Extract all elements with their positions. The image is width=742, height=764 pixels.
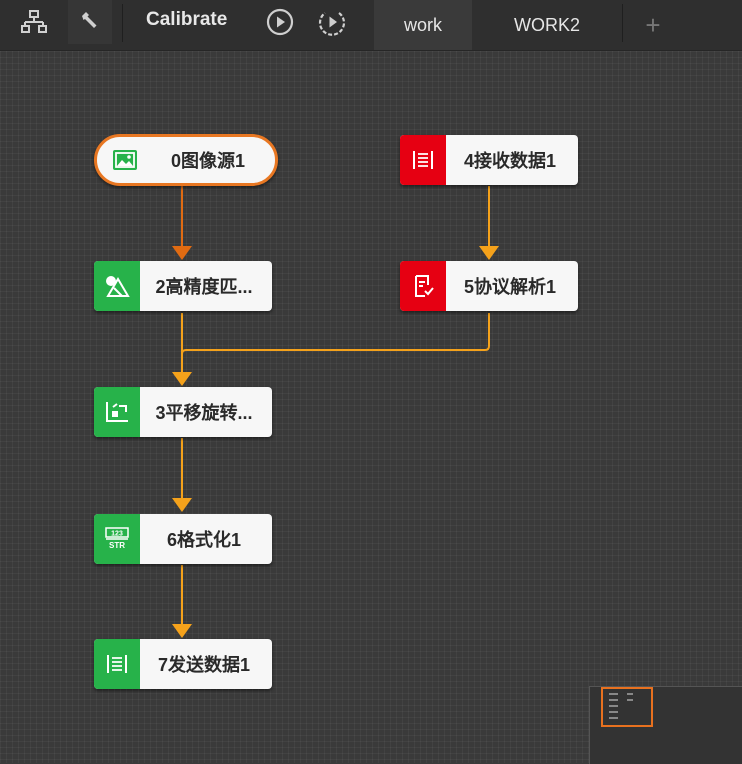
image-source-icon — [105, 140, 145, 180]
receive-data-icon — [400, 135, 446, 185]
node-label: 3平移旋转... — [155, 403, 253, 423]
node-label: 2高精度匹... — [155, 277, 253, 297]
minimap[interactable] — [589, 686, 742, 764]
node-receive-data[interactable]: 4接收数据1 — [400, 135, 578, 185]
minimap-viewport[interactable] — [601, 687, 653, 727]
node-label: 5协议解析1 — [463, 277, 557, 297]
arrowhead — [172, 372, 192, 386]
format-str-icon: 123 STR — [94, 514, 140, 564]
arrowhead — [172, 624, 192, 638]
shape-match-icon — [94, 261, 140, 311]
send-data-icon — [94, 639, 140, 689]
protocol-parse-icon — [400, 261, 446, 311]
node-label: 0图像源1 — [170, 151, 246, 171]
svg-text:123: 123 — [111, 531, 123, 538]
link-5-3 — [181, 313, 490, 378]
svg-text:STR: STR — [109, 541, 125, 550]
node-format[interactable]: 123 STR 6格式化1 — [94, 514, 272, 564]
arrowhead — [172, 246, 192, 260]
node-send-data[interactable]: 7发送数据1 — [94, 639, 272, 689]
arrowhead — [479, 246, 499, 260]
node-label: 6格式化1 — [166, 530, 242, 550]
node-label: 7发送数据1 — [157, 655, 251, 675]
node-shape-match[interactable]: 2高精度匹... — [94, 261, 272, 311]
node-image-source[interactable]: 0图像源1 — [94, 134, 278, 186]
node-protocol-parse[interactable]: 5协议解析1 — [400, 261, 578, 311]
translate-rotate-icon — [94, 387, 140, 437]
arrowhead — [172, 498, 192, 512]
node-label: 4接收数据1 — [463, 151, 557, 171]
node-translate-rotate[interactable]: 3平移旋转... — [94, 387, 272, 437]
